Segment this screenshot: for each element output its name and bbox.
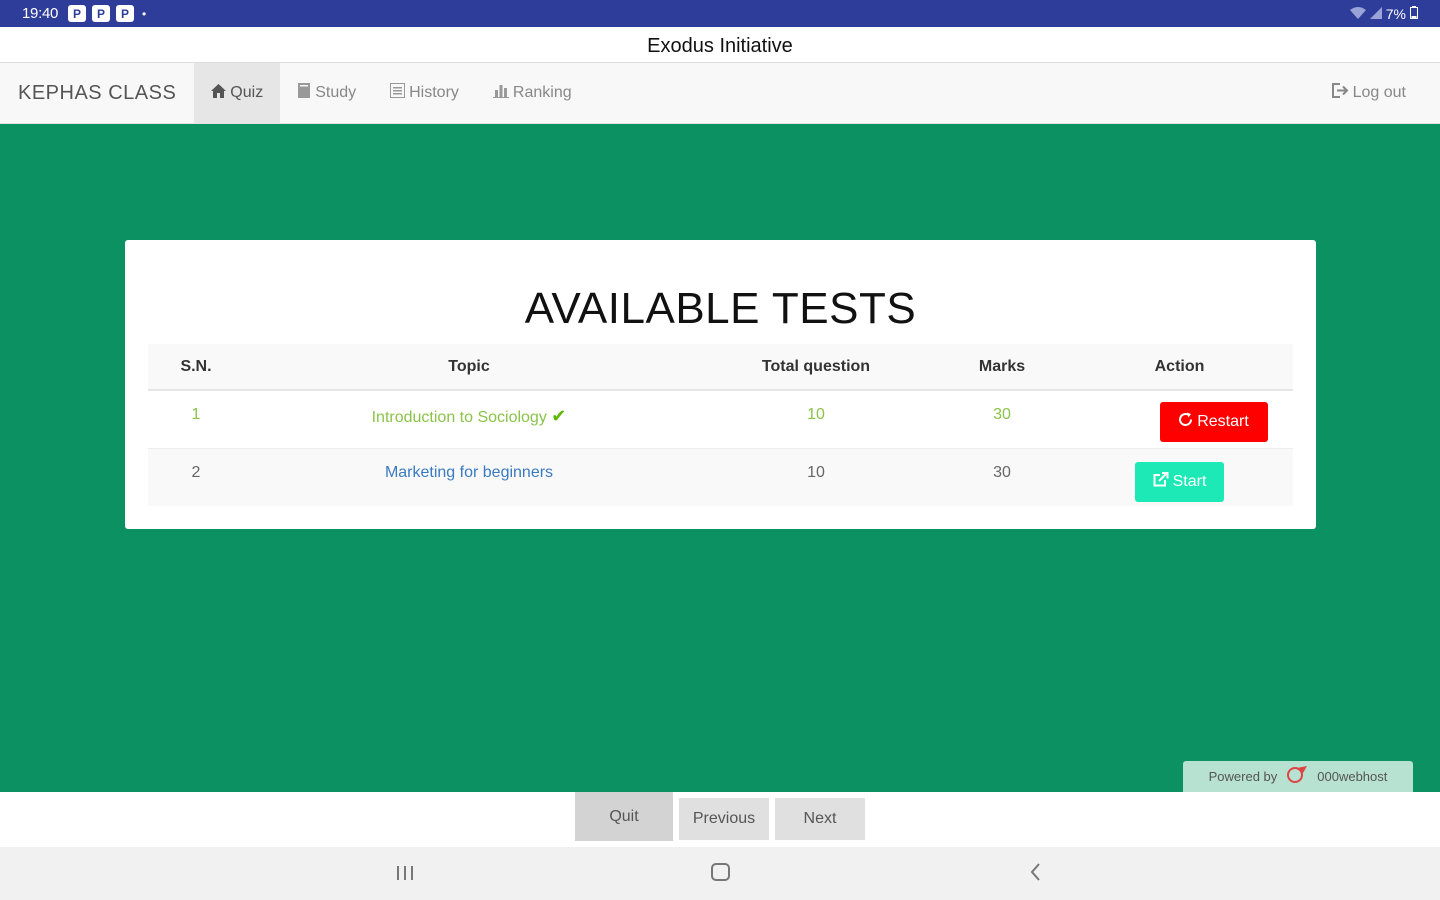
top-nav: KEPHAS CLASS Quiz Study History Ranking …: [0, 63, 1440, 124]
powered-by-label: Powered by: [1208, 769, 1278, 784]
refresh-icon: [1178, 412, 1193, 432]
table-row: 1 Introduction to Sociology ✔ 10 30 Rest…: [148, 390, 1293, 449]
nav-item-ranking[interactable]: Ranking: [476, 63, 589, 123]
nav-item-label: Study: [315, 84, 357, 101]
battery-level: 7%: [1385, 5, 1406, 22]
book-icon: [297, 83, 311, 103]
start-button[interactable]: Start: [1135, 461, 1224, 502]
tests-panel: AVAILABLE TESTS S.N. Topic Total questio…: [125, 240, 1316, 529]
start-label: Start: [1172, 472, 1207, 490]
recent-apps-icon[interactable]: [396, 861, 414, 887]
android-nav-bar: [0, 847, 1440, 900]
nav-item-study[interactable]: Study: [280, 63, 373, 123]
restart-label: Restart: [1197, 413, 1249, 430]
battery-icon: [1410, 5, 1418, 22]
webhost-logo-icon: [1285, 764, 1309, 789]
cell-sn: 1: [148, 390, 244, 449]
topic-link[interactable]: Introduction to Sociology: [372, 409, 547, 426]
topic-link[interactable]: Marketing for beginners: [385, 464, 553, 481]
signal-icon: [1369, 6, 1382, 22]
home-button-icon[interactable]: [711, 861, 730, 887]
app-bottom-bar: Quit Previous Next: [0, 792, 1440, 847]
powered-by-badge[interactable]: Powered by 000webhost: [1183, 761, 1413, 792]
cell-total-question: 10: [694, 390, 938, 449]
column-header-action: Action: [1066, 344, 1293, 391]
column-header-topic: Topic: [244, 344, 694, 391]
nav-item-quiz[interactable]: Quiz: [194, 63, 281, 123]
logout-label: Log out: [1352, 84, 1406, 101]
nav-item-history[interactable]: History: [373, 63, 476, 123]
external-link-icon: [1153, 471, 1169, 492]
cell-total-question: 10: [694, 448, 938, 506]
table-header-row: S.N. Topic Total question Marks Action: [148, 344, 1293, 391]
page-title: AVAILABLE TESTS: [524, 284, 917, 333]
checkmark-icon: ✔: [551, 406, 567, 426]
powered-by-brand: 000webhost: [1317, 769, 1388, 784]
notification-icon: P: [116, 5, 135, 22]
notification-icon: P: [92, 5, 111, 22]
nav-item-label: Ranking: [512, 84, 572, 101]
status-bar: 19:40 P P P • 7%: [0, 0, 1440, 27]
next-button[interactable]: Next: [775, 798, 865, 840]
logout-link[interactable]: Log out: [1314, 63, 1440, 123]
cell-marks: 30: [938, 390, 1066, 449]
status-time: 19:40: [22, 5, 59, 22]
cell-topic: Marketing for beginners: [244, 448, 694, 506]
home-icon: [211, 83, 227, 103]
column-header-marks: Marks: [938, 344, 1066, 391]
logout-icon: [1331, 83, 1349, 103]
app-title: Exodus Initiative: [0, 27, 1440, 63]
column-header-total-question: Total question: [694, 344, 938, 391]
cell-action: Restart: [1066, 390, 1293, 449]
back-icon[interactable]: [1030, 861, 1041, 887]
wifi-icon: [1349, 6, 1366, 22]
quit-button[interactable]: Quit: [575, 792, 673, 841]
notification-icon: P: [68, 5, 87, 22]
tests-table: S.N. Topic Total question Marks Action 1…: [148, 344, 1293, 506]
nav-item-label: Quiz: [230, 84, 264, 101]
table-row: 2 Marketing for beginners 10 30 Start: [148, 448, 1293, 506]
cell-topic: Introduction to Sociology ✔: [244, 390, 694, 449]
nav-item-label: History: [409, 84, 459, 101]
cell-marks: 30: [938, 448, 1066, 506]
previous-button[interactable]: Previous: [679, 798, 769, 840]
cell-sn: 2: [148, 448, 244, 506]
cell-action: Start: [1066, 448, 1293, 506]
column-header-sn: S.N.: [148, 344, 244, 391]
status-indicators: 7%: [1349, 5, 1418, 22]
more-notifications-icon: •: [142, 6, 147, 21]
brand-link[interactable]: KEPHAS CLASS: [0, 63, 194, 123]
list-icon: [390, 83, 406, 103]
bar-chart-icon: [492, 84, 509, 103]
restart-button[interactable]: Restart: [1159, 402, 1268, 442]
